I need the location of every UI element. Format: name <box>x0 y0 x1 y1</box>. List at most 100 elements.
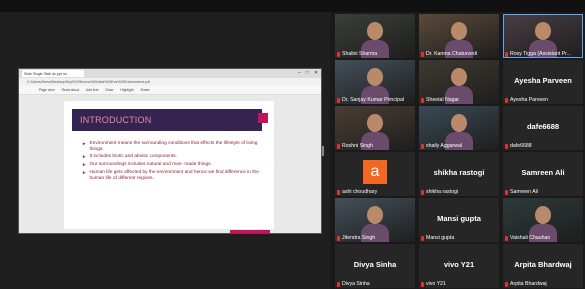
muted-mic-icon <box>421 51 424 57</box>
participant-name-label: Sheetal Nagar <box>421 97 459 103</box>
participant-letter-avatar: a <box>363 160 387 184</box>
participant-name-label: Arpita Bhardwaj <box>505 281 547 287</box>
slide-bullet: ► Environment means the surrounding condi… <box>82 141 267 152</box>
participant-name-label: Mansi gupta <box>421 235 454 241</box>
pdf-tool-add-text[interactable]: Add text <box>86 88 98 92</box>
address-text: C:/Users/Hema/Desktop/Sep%20Shrena%20sli… <box>27 80 150 84</box>
slide-bullet: ► Human life gets affected by the environ… <box>82 170 267 181</box>
shared-browser-window: Slide Single Slide dc.ppt mi... – □ ✕ C:… <box>18 68 322 234</box>
participant-name: Roshni Singh <box>342 143 373 149</box>
participant-name-label: vivo Y21 <box>421 281 446 287</box>
participant-avatar <box>367 68 383 86</box>
muted-mic-icon <box>421 189 424 195</box>
participant-avatar <box>451 68 467 86</box>
close-icon[interactable]: ✕ <box>314 71 318 76</box>
browser-tab-bar: Slide Single Slide dc.ppt mi... – □ ✕ <box>19 69 321 78</box>
participant-tile[interactable]: Jitendra Singh <box>335 198 415 242</box>
participant-tile[interactable]: Shalini Sharma <box>335 14 415 58</box>
participant-avatar <box>367 22 383 40</box>
participant-display-name: Ayesha Parveen <box>514 76 572 85</box>
participant-tile[interactable]: Dr. Kamna Chaturvedi <box>419 14 499 58</box>
browser-tab-title: Slide Single Slide dc.ppt mi... <box>24 71 70 76</box>
participant-name: Dr. Sanjay Kumar Principal <box>342 97 404 103</box>
participant-name-label: Divya Sinha <box>337 281 370 287</box>
participant-tile[interactable]: a ashi choudhary <box>335 152 415 196</box>
slide-title: INTRODUCTION <box>80 115 152 125</box>
participant-name: vivo Y21 <box>426 281 446 287</box>
participant-tile[interactable]: Divya Sinha Divya Sinha <box>335 244 415 288</box>
participant-name: Ayesha Parveen <box>510 97 548 103</box>
pdf-tool-highlight[interactable]: Highlight <box>120 88 133 92</box>
participant-display-name: Samreen Ali <box>521 168 565 177</box>
participant-tile[interactable]: shikha rastogi shikha rastogi <box>419 152 499 196</box>
window-controls: – □ ✕ <box>298 71 321 76</box>
muted-mic-icon <box>505 235 508 241</box>
slide-bullet-text: Our surroundings includes natural and ma… <box>89 162 212 168</box>
slide-bullet-text: Environment means the surrounding condit… <box>89 141 258 152</box>
participant-tile[interactable]: Ayesha Parveen Ayesha Parveen <box>503 60 583 104</box>
muted-mic-icon <box>337 281 340 287</box>
active-speaker-highlight <box>503 14 583 58</box>
muted-mic-icon <box>337 51 340 57</box>
participant-name-label: ashi choudhary <box>337 189 377 195</box>
participant-name-label: Ayesha Parveen <box>505 97 548 103</box>
participant-name: Shalini Sharma <box>342 51 378 57</box>
slide-bullet-text: Human life gets affected by the environm… <box>89 170 259 181</box>
participant-name-label: Dr. Sanjay Kumar Principal <box>337 97 404 103</box>
participant-tile[interactable]: Mansi gupta Mansi gupta <box>419 198 499 242</box>
participant-tile[interactable]: dafe6688 dafe6688 <box>503 106 583 150</box>
minimize-icon[interactable]: – <box>298 71 301 76</box>
participant-tile[interactable]: Arpita Bhardwaj Arpita Bhardwaj <box>503 244 583 288</box>
participant-name-label: Jitendra Singh <box>337 235 375 241</box>
participant-avatar <box>451 114 467 132</box>
participant-name: shaily Aggarwal <box>426 143 463 149</box>
participant-name: Arpita Bhardwaj <box>510 281 547 287</box>
slide-bullet-list: ► Environment means the surrounding condi… <box>82 141 267 183</box>
participant-name: Dr. Kamna Chaturvedi <box>426 51 478 57</box>
pdf-toolbar: Page view Read aloud Add text Draw Highl… <box>19 86 321 95</box>
slide-header-band: INTRODUCTION <box>72 109 268 131</box>
muted-mic-icon <box>337 143 340 149</box>
participant-tile[interactable]: Sheetal Nagar <box>419 60 499 104</box>
participant-name-label: Shalini Sharma <box>337 51 377 57</box>
address-bar[interactable]: C:/Users/Hema/Desktop/Sep%20Shrena%20sli… <box>19 78 321 86</box>
participant-tile[interactable]: Roshni Singh <box>335 106 415 150</box>
participant-name-label: Dr. Kamna Chaturvedi <box>421 51 477 57</box>
participant-tile[interactable]: Dr. Sanjay Kumar Principal <box>335 60 415 104</box>
participant-tile[interactable]: Rosy Tigga (Assistant Pr... <box>503 14 583 58</box>
bullet-arrow-icon: ► <box>82 170 87 176</box>
participant-tile[interactable]: vivo Y21 vivo Y21 <box>419 244 499 288</box>
participant-avatar <box>451 22 467 40</box>
next-slide-edge <box>230 230 270 234</box>
participant-name-label: shaily Aggarwal <box>421 143 462 149</box>
participant-name: Samreen Ali <box>510 189 538 195</box>
muted-mic-icon <box>505 143 508 149</box>
muted-mic-icon <box>337 189 340 195</box>
participant-tile[interactable]: Vaishali Chauhan <box>503 198 583 242</box>
muted-mic-icon <box>421 235 424 241</box>
pdf-tool-erase[interactable]: Erase <box>141 88 150 92</box>
participant-name-label: Vaishali Chauhan <box>505 235 550 241</box>
meeting-top-bar <box>0 0 585 12</box>
muted-mic-icon <box>505 281 508 287</box>
pdf-tool-draw[interactable]: Draw <box>105 88 113 92</box>
muted-mic-icon <box>505 97 508 103</box>
participant-tile[interactable]: shaily Aggarwal <box>419 106 499 150</box>
pdf-tool-page-view[interactable]: Page view <box>39 88 55 92</box>
participant-avatar <box>367 114 383 132</box>
participant-name: Vaishali Chauhan <box>510 235 551 241</box>
participant-display-name: Divya Sinha <box>353 260 397 269</box>
participant-tile[interactable]: Samreen Ali Samreen Ali <box>503 152 583 196</box>
maximize-icon[interactable]: □ <box>306 71 309 76</box>
browser-tab[interactable]: Slide Single Slide dc.ppt mi... <box>22 70 84 77</box>
participant-name-label: shikha rastogi <box>421 189 458 195</box>
panel-resize-handle[interactable] <box>320 146 326 156</box>
muted-mic-icon <box>421 281 424 287</box>
participant-display-name: dafe6688 <box>526 122 560 131</box>
participant-name: shikha rastogi <box>426 189 459 195</box>
pdf-tool-read-aloud[interactable]: Read aloud <box>62 88 79 92</box>
bullet-arrow-icon: ► <box>82 154 87 160</box>
participant-name: Divya Sinha <box>342 281 370 287</box>
muted-mic-icon <box>505 189 508 195</box>
participant-display-name: shikha rastogi <box>433 168 485 177</box>
